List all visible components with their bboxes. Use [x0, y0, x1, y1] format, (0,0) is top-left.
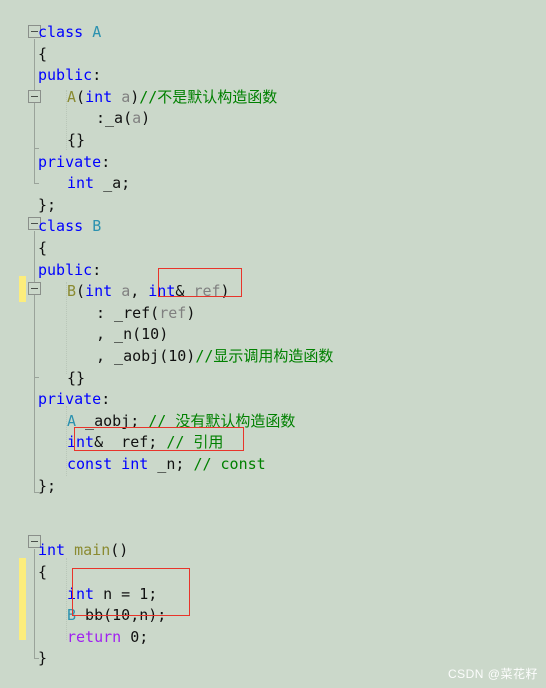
- token: 0;: [121, 627, 149, 646]
- token: _aobj;: [76, 411, 149, 430]
- token: A: [67, 87, 77, 106]
- token: int: [67, 433, 95, 452]
- token: ): [220, 282, 230, 301]
- token: ref: [159, 303, 187, 322]
- code-text-layer[interactable]: class A{public: A(int a)//不是默认构造函数:_a(a){…: [0, 0, 546, 688]
- token: public: [38, 260, 93, 279]
- code-line-22[interactable]: };: [38, 476, 56, 498]
- token: };: [38, 476, 57, 495]
- token: , _n(10): [96, 325, 169, 344]
- code-line-2[interactable]: {: [38, 44, 47, 66]
- code-line-1[interactable]: class A: [38, 22, 101, 44]
- token: :: [101, 152, 111, 171]
- token: a: [132, 109, 142, 128]
- token: ref: [193, 282, 221, 301]
- token: :: [101, 390, 111, 409]
- token: ,: [130, 282, 149, 301]
- token: private: [38, 390, 102, 409]
- code-line-3[interactable]: public:: [38, 65, 101, 87]
- token: _a;: [94, 174, 131, 193]
- code-line-26[interactable]: {: [38, 562, 47, 584]
- code-editor-surface[interactable]: class A{public: A(int a)//不是默认构造函数:_a(a){…: [0, 0, 546, 688]
- csdn-watermark: CSDN @菜花籽: [447, 667, 538, 681]
- code-line-16[interactable]: , _aobj(10)//显示调用构造函数: [96, 346, 333, 368]
- code-line-15[interactable]: , _n(10): [96, 324, 168, 346]
- token: int: [85, 87, 113, 106]
- token: bb(10,n);: [76, 606, 167, 625]
- token: :: [92, 66, 102, 85]
- token: B: [67, 606, 77, 625]
- token: // const: [193, 455, 266, 473]
- token: B: [67, 282, 77, 301]
- token: // 没有默认构造函数: [148, 411, 296, 430]
- code-line-29[interactable]: return 0;: [67, 627, 148, 649]
- token: {: [38, 563, 48, 581]
- token: {: [38, 239, 48, 257]
- token: private: [38, 152, 102, 171]
- code-line-11[interactable]: {: [38, 238, 47, 260]
- token: }: [38, 649, 48, 668]
- token: {: [38, 44, 48, 63]
- code-line-13[interactable]: B(int a, int& ref): [67, 281, 230, 303]
- token: a: [121, 87, 131, 106]
- token: {}: [67, 131, 86, 149]
- code-line-5[interactable]: :_a(a): [96, 108, 150, 130]
- code-line-19[interactable]: A _aobj; // 没有默认构造函数: [67, 411, 295, 433]
- token: A: [92, 23, 102, 41]
- code-line-9[interactable]: };: [38, 195, 56, 217]
- token: {}: [67, 368, 86, 387]
- token: // 引用: [166, 433, 224, 452]
- code-line-4[interactable]: A(int a)//不是默认构造函数: [67, 87, 277, 109]
- token: (): [110, 541, 129, 560]
- token: int: [67, 584, 95, 603]
- token: class: [38, 217, 93, 236]
- code-line-6[interactable]: {}: [67, 130, 85, 152]
- token: :: [92, 260, 102, 279]
- code-line-8[interactable]: int _a;: [67, 173, 130, 195]
- token: //不是默认构造函数: [139, 87, 278, 106]
- code-line-12[interactable]: public:: [38, 260, 101, 282]
- code-line-27[interactable]: int n = 1;: [67, 584, 157, 606]
- token: return: [67, 627, 122, 646]
- token: class: [38, 23, 93, 41]
- token: (: [76, 282, 86, 301]
- code-line-28[interactable]: B bb(10,n);: [67, 605, 166, 627]
- token: public: [38, 66, 93, 85]
- token: , _aobj(10): [96, 347, 196, 365]
- code-line-14[interactable]: : _ref(ref): [96, 303, 195, 325]
- token: A: [67, 411, 77, 430]
- token: &: [175, 282, 194, 301]
- token: //显示调用构造函数: [195, 347, 334, 365]
- token: const int: [67, 455, 149, 473]
- token: n = 1;: [94, 584, 158, 603]
- token: ): [130, 87, 140, 106]
- token: int: [148, 282, 176, 301]
- code-line-17[interactable]: {}: [67, 368, 85, 390]
- token: ): [141, 109, 151, 128]
- code-line-25[interactable]: int main(): [38, 540, 128, 562]
- token: B: [92, 217, 102, 236]
- token: main: [74, 541, 111, 560]
- token: (: [76, 87, 86, 106]
- token: int: [38, 541, 66, 560]
- code-line-20[interactable]: int& _ref; // 引用: [67, 432, 223, 454]
- code-line-10[interactable]: class B: [38, 216, 101, 238]
- code-line-21[interactable]: const int _n; // const: [67, 454, 266, 476]
- code-line-18[interactable]: private:: [38, 389, 110, 411]
- token: : _ref(: [96, 303, 160, 322]
- token: int: [67, 174, 95, 193]
- code-line-7[interactable]: private:: [38, 152, 110, 174]
- token: & _ref;: [94, 433, 167, 452]
- code-line-30[interactable]: }: [38, 648, 47, 670]
- token: _n;: [148, 455, 194, 473]
- token: };: [38, 195, 57, 214]
- token: int: [85, 282, 113, 301]
- token: :_a(: [96, 109, 133, 128]
- token: a: [121, 282, 131, 301]
- token: ): [186, 303, 196, 322]
